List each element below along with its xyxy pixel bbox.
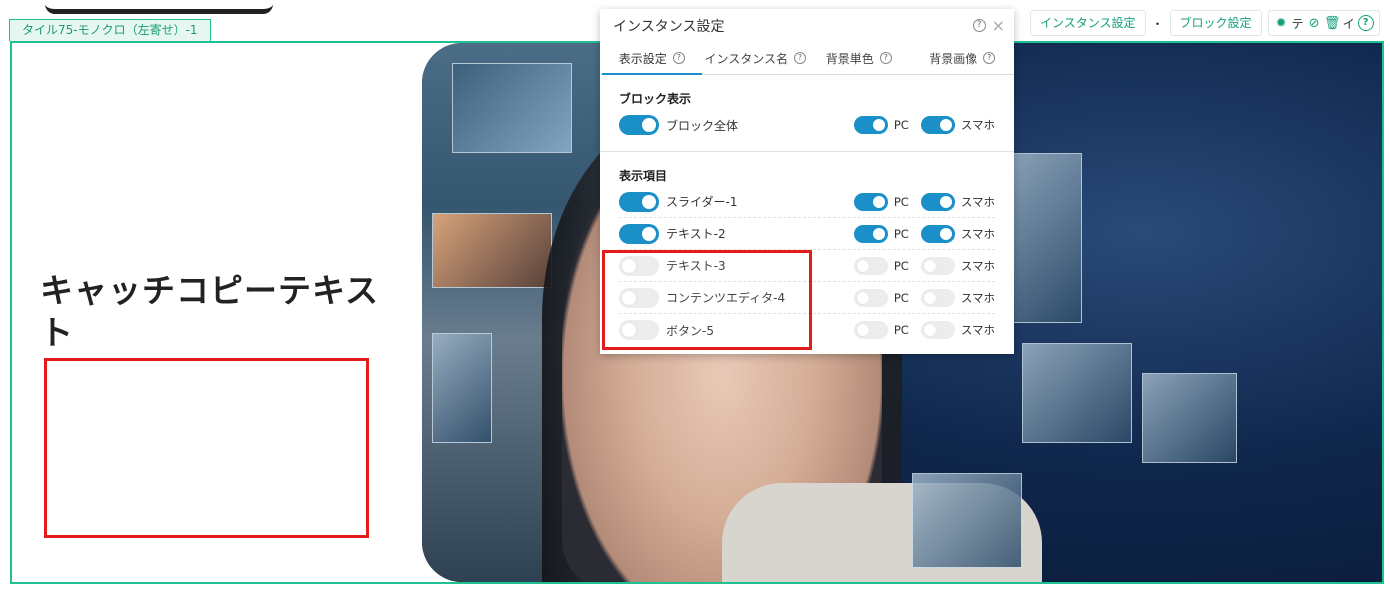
panel-tabs: 表示設定 ? インスタンス名 ? 背景単色 ? 背景画像 ? <box>600 42 1014 75</box>
panel-title: インスタンス設定 <box>613 18 725 35</box>
item-toggle[interactable] <box>619 191 659 212</box>
top-decoration-line <box>45 4 273 14</box>
pc-label: PC <box>893 118 909 132</box>
floating-screen <box>452 63 572 153</box>
highlight-disabled-items <box>602 250 812 350</box>
tab-display-settings[interactable]: 表示設定 ? <box>600 42 704 75</box>
toolbar-trailing-text: イ <box>1342 16 1355 31</box>
floating-screen <box>1022 343 1132 443</box>
pc-toggle[interactable] <box>853 256 888 275</box>
row-label: ブロック全体 <box>666 118 739 133</box>
tab-label: インスタンス名 <box>704 51 789 66</box>
tab-background-image[interactable]: 背景画像 ? <box>911 42 1015 74</box>
panel-header: インスタンス設定 ? × <box>600 9 1014 42</box>
pc-label: PC <box>893 226 909 241</box>
sp-label: スマホ <box>960 226 995 241</box>
pc-toggle[interactable] <box>853 116 888 134</box>
sp-toggle[interactable] <box>920 192 955 211</box>
sp-label: スマホ <box>960 258 995 273</box>
toolbar-icon-group: ✹ テ ⊘ 🗑 イ ? <box>1267 10 1380 36</box>
pc-label: PC <box>893 290 909 305</box>
sp-label: スマホ <box>960 118 995 132</box>
tab-instance-name[interactable]: インスタンス名 ? <box>704 42 808 74</box>
tab-background-color[interactable]: 背景単色 ? <box>807 42 911 74</box>
block-settings-button[interactable]: ブロック設定 <box>1169 10 1262 36</box>
help-icon[interactable]: ? <box>972 19 986 32</box>
help-icon[interactable]: ? <box>1357 15 1374 31</box>
sp-toggle[interactable] <box>920 224 955 243</box>
sp-toggle[interactable] <box>920 116 955 134</box>
sp-label: スマホ <box>960 194 995 209</box>
pc-toggle[interactable] <box>853 288 888 307</box>
toggle-row-item: スライダー-1 PC スマホ <box>619 186 995 218</box>
pc-label: PC <box>893 258 909 273</box>
section-title: 表示項目 <box>619 169 668 183</box>
trash-icon[interactable]: 🗑 <box>1324 16 1341 31</box>
pc-toggle[interactable] <box>853 192 888 211</box>
toolbar-separator: ・ <box>1151 16 1164 31</box>
close-icon[interactable]: × <box>992 17 1005 33</box>
pc-label: PC <box>893 194 909 209</box>
sp-toggle[interactable] <box>920 288 955 307</box>
page: タイル75-モノクロ（左寄せ）-1 キャッチコピーテキスト インスタンス設定 ・… <box>0 0 1390 595</box>
help-icon[interactable]: ? <box>794 52 807 64</box>
pc-toggle[interactable] <box>853 321 888 339</box>
tab-label: 背景単色 <box>825 51 874 66</box>
section-title: ブロック表示 <box>619 92 692 106</box>
highlight-empty-area <box>44 358 369 538</box>
floating-screen <box>432 213 552 288</box>
instance-settings-button[interactable]: インスタンス設定 <box>1030 10 1146 36</box>
floating-screen <box>432 333 492 443</box>
row-label: テキスト-2 <box>666 227 726 241</box>
help-icon[interactable]: ? <box>983 52 996 64</box>
sp-toggle[interactable] <box>920 321 955 339</box>
sp-label: スマホ <box>960 323 995 337</box>
tab-label: 背景画像 <box>929 51 978 66</box>
floating-screen <box>1142 373 1237 463</box>
eye-off-icon[interactable]: ⊘ <box>1307 16 1322 31</box>
pc-toggle[interactable] <box>853 224 888 243</box>
pc-label: PC <box>893 323 909 337</box>
toggle-row-item: テキスト-2 PC スマホ <box>619 218 995 250</box>
floating-screen <box>912 473 1022 568</box>
tab-label: 表示設定 <box>618 51 667 66</box>
sp-label: スマホ <box>960 290 995 305</box>
toggle-row-block-all: ブロック全体 PC スマホ <box>619 109 995 141</box>
item-toggle[interactable] <box>619 223 659 244</box>
catch-copy-text[interactable]: キャッチコピーテキスト <box>40 270 380 354</box>
row-label: スライダー-1 <box>666 195 738 209</box>
sp-toggle[interactable] <box>920 256 955 275</box>
help-icon[interactable]: ? <box>672 52 685 64</box>
gear-icon[interactable]: ✹ <box>1274 16 1289 31</box>
block-all-toggle[interactable] <box>619 115 659 135</box>
block-toolbar: インスタンス設定 ・ ブロック設定 ✹ テ ⊘ 🗑 イ ? <box>1030 10 1380 36</box>
block-display-section: ブロック表示 ブロック全体 PC スマホ <box>600 75 1014 141</box>
help-icon[interactable]: ? <box>879 52 892 64</box>
floating-screen <box>1002 153 1082 323</box>
toolbar-trailing-text: テ <box>1291 16 1304 31</box>
block-label[interactable]: タイル75-モノクロ（左寄せ）-1 <box>9 19 211 41</box>
